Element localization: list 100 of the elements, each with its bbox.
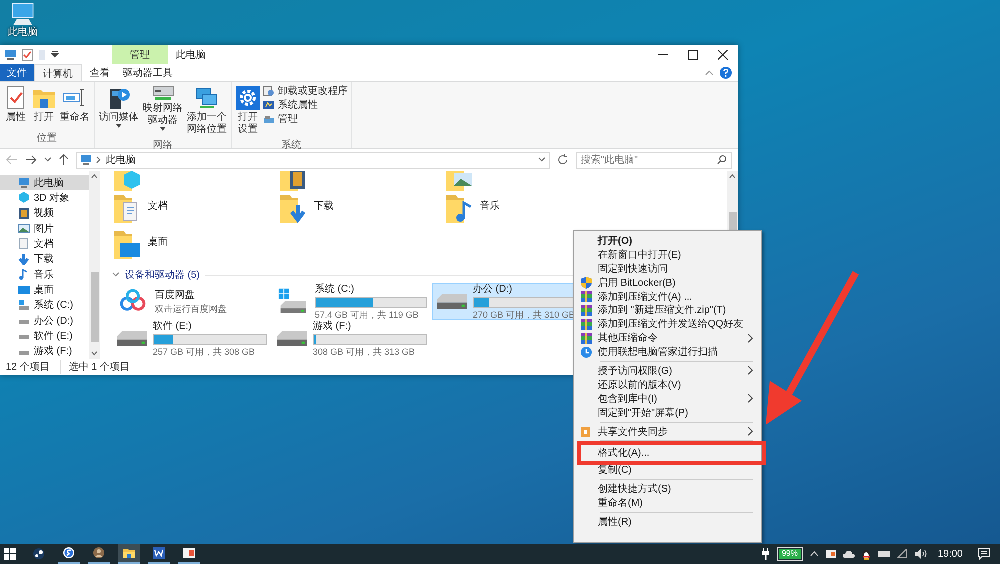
menu-item[interactable]: 属性(R) bbox=[576, 515, 759, 530]
forward-arrow-icon[interactable] bbox=[25, 155, 37, 165]
ribbon-small-button[interactable]: 管理 bbox=[263, 114, 348, 125]
ribbon-small-button[interactable]: 卸载或更改程序 bbox=[263, 86, 348, 97]
program-icon bbox=[263, 86, 275, 97]
menu-item[interactable]: 添加到压缩文件并发送给QQ好友 bbox=[576, 317, 759, 332]
nav-item[interactable]: 此电脑 bbox=[0, 175, 89, 190]
menu-item[interactable]: 在新窗口中打开(E) bbox=[576, 248, 759, 262]
monitors-icon bbox=[195, 86, 219, 110]
plug-icon[interactable] bbox=[762, 548, 770, 560]
scrollbar[interactable] bbox=[89, 171, 100, 359]
menu-item[interactable]: 重命名(M) bbox=[576, 496, 759, 510]
address-path: 此电脑 bbox=[106, 154, 136, 167]
clock-text[interactable]: 19:00 bbox=[938, 548, 963, 560]
archive-icon bbox=[581, 291, 592, 302]
desktop-icon-label[interactable]: 此电脑 bbox=[8, 27, 38, 39]
file-menu-tab[interactable]: 文件 bbox=[0, 64, 34, 81]
nav-item[interactable]: 音乐 bbox=[0, 266, 89, 282]
taskbar-button[interactable] bbox=[118, 544, 140, 564]
start-icon[interactable] bbox=[4, 548, 16, 560]
scroll-up-icon[interactable] bbox=[729, 174, 736, 179]
nav-item[interactable]: 游戏 (F:) bbox=[0, 344, 89, 359]
scroll-thumb[interactable] bbox=[728, 212, 736, 232]
drive-item[interactable]: 软件 (E:) 257 GB 可用，共 308 GB bbox=[112, 320, 270, 357]
computer-icon bbox=[80, 155, 92, 165]
ribbon-button[interactable]: 属性 bbox=[3, 84, 29, 131]
app-tray-icon[interactable] bbox=[826, 549, 836, 559]
ribbon-button[interactable]: 打开 bbox=[31, 84, 57, 131]
menu-item[interactable]: 创建快捷方式(S) bbox=[576, 482, 759, 496]
properties-icon[interactable] bbox=[22, 48, 33, 60]
nav-item[interactable]: 文档 bbox=[0, 236, 89, 252]
notification-icon[interactable] bbox=[978, 548, 990, 560]
minimize-icon[interactable] bbox=[658, 54, 668, 56]
nav-item[interactable]: 3D 对象 bbox=[0, 190, 89, 206]
window-title: 此电脑 bbox=[176, 48, 206, 62]
penguin-icon[interactable] bbox=[862, 548, 871, 560]
menu-item[interactable]: 固定到"开始"屏幕(P) bbox=[576, 406, 759, 420]
ribbon-button[interactable]: 打开 设置 bbox=[235, 84, 261, 138]
scroll-down-icon[interactable] bbox=[91, 351, 98, 356]
menu-item[interactable]: 其他压缩命令 bbox=[576, 331, 759, 346]
folder-item[interactable]: 桌面 bbox=[112, 229, 278, 265]
nav-item[interactable]: 视频 bbox=[0, 206, 89, 221]
close-icon[interactable] bbox=[718, 50, 728, 60]
search-field[interactable]: 搜索"此电脑" bbox=[576, 152, 732, 168]
menu-item[interactable]: 包含到库中(I) bbox=[576, 392, 759, 406]
collapse-chevron-icon[interactable] bbox=[112, 272, 120, 278]
menu-item[interactable]: 还原以前的版本(V) bbox=[576, 378, 759, 392]
drive-item[interactable]: 游戏 (F:) 308 GB 可用，共 313 GB bbox=[272, 320, 430, 357]
nav-item[interactable]: 软件 (E:) bbox=[0, 328, 89, 344]
up-arrow-icon[interactable] bbox=[59, 154, 69, 166]
menu-item[interactable]: 复制(C) bbox=[576, 463, 759, 478]
menu-item[interactable]: 使用联想电脑管家进行扫描 bbox=[576, 345, 759, 360]
archive-icon bbox=[581, 318, 592, 330]
caret-icon[interactable] bbox=[51, 50, 59, 58]
computer-icon[interactable] bbox=[10, 3, 36, 27]
folder-item[interactable]: 文档 bbox=[112, 193, 278, 229]
address-bar[interactable]: 此电脑 bbox=[76, 152, 550, 168]
section-header[interactable]: 设备和驱动器 (5) bbox=[125, 268, 200, 282]
drive-item[interactable]: 系统 (C:) 57.4 GB 可用，共 119 GB bbox=[272, 283, 430, 320]
app-item[interactable]: 百度网盘 双击运行百度网盘 bbox=[112, 283, 270, 320]
menu-item[interactable]: 共享文件夹同步 bbox=[576, 424, 759, 438]
device-icon[interactable] bbox=[878, 550, 890, 558]
ribbon-tab[interactable]: 查看 bbox=[82, 64, 118, 81]
menu-item[interactable]: 格式化(A)... bbox=[577, 441, 766, 466]
taskbar-button[interactable] bbox=[148, 544, 170, 564]
refresh-icon[interactable] bbox=[557, 154, 569, 166]
computer-icon[interactable] bbox=[4, 48, 17, 60]
ribbon-button[interactable]: 添加一个 网络位置 bbox=[186, 84, 228, 138]
clock-icon bbox=[581, 346, 592, 358]
nav-item[interactable]: 系统 (C:) bbox=[0, 298, 89, 313]
nav-item[interactable]: 图片 bbox=[0, 220, 89, 236]
cloud-icon[interactable] bbox=[842, 550, 855, 558]
nav-item[interactable]: 下载 bbox=[0, 252, 89, 267]
menu-item[interactable]: 固定到快速访问 bbox=[576, 262, 759, 276]
context-tab-header: 管理 bbox=[112, 45, 168, 64]
wifi-icon[interactable] bbox=[896, 549, 908, 559]
manage-icon bbox=[263, 114, 275, 125]
folder-item[interactable]: 下载 bbox=[278, 193, 444, 229]
ribbon-button[interactable]: 映射网络 驱动器 bbox=[142, 84, 184, 138]
nav-item[interactable]: 办公 (D:) bbox=[0, 312, 89, 328]
picture-icon bbox=[18, 223, 30, 234]
speaker-icon[interactable] bbox=[914, 549, 927, 559]
ribbon-button[interactable]: 访问媒体 bbox=[98, 84, 140, 138]
scroll-thumb[interactable] bbox=[90, 272, 98, 342]
ribbon-button[interactable]: 重命名 bbox=[59, 84, 91, 131]
chevron-up-icon[interactable] bbox=[810, 551, 819, 557]
ribbon-small-button[interactable]: 系统属性 bbox=[263, 100, 348, 111]
scroll-up-icon[interactable] bbox=[91, 174, 98, 179]
chevron-down-icon[interactable] bbox=[538, 157, 546, 163]
folder-item[interactable]: 音乐 bbox=[444, 193, 610, 229]
menu-item[interactable]: 打开(O) bbox=[576, 234, 759, 248]
help-icon[interactable] bbox=[720, 66, 732, 78]
menu-item[interactable]: 授予访问权限(G) bbox=[576, 364, 759, 378]
collapse-ribbon-icon[interactable] bbox=[705, 70, 714, 76]
chevron-down-icon[interactable] bbox=[44, 157, 52, 163]
maximize-icon[interactable] bbox=[688, 50, 698, 60]
ribbon-tab[interactable]: 驱动器工具 bbox=[120, 64, 176, 81]
ribbon-tab[interactable]: 计算机 bbox=[34, 64, 82, 82]
search-icon[interactable] bbox=[717, 155, 727, 165]
nav-item[interactable]: 桌面 bbox=[0, 282, 89, 298]
